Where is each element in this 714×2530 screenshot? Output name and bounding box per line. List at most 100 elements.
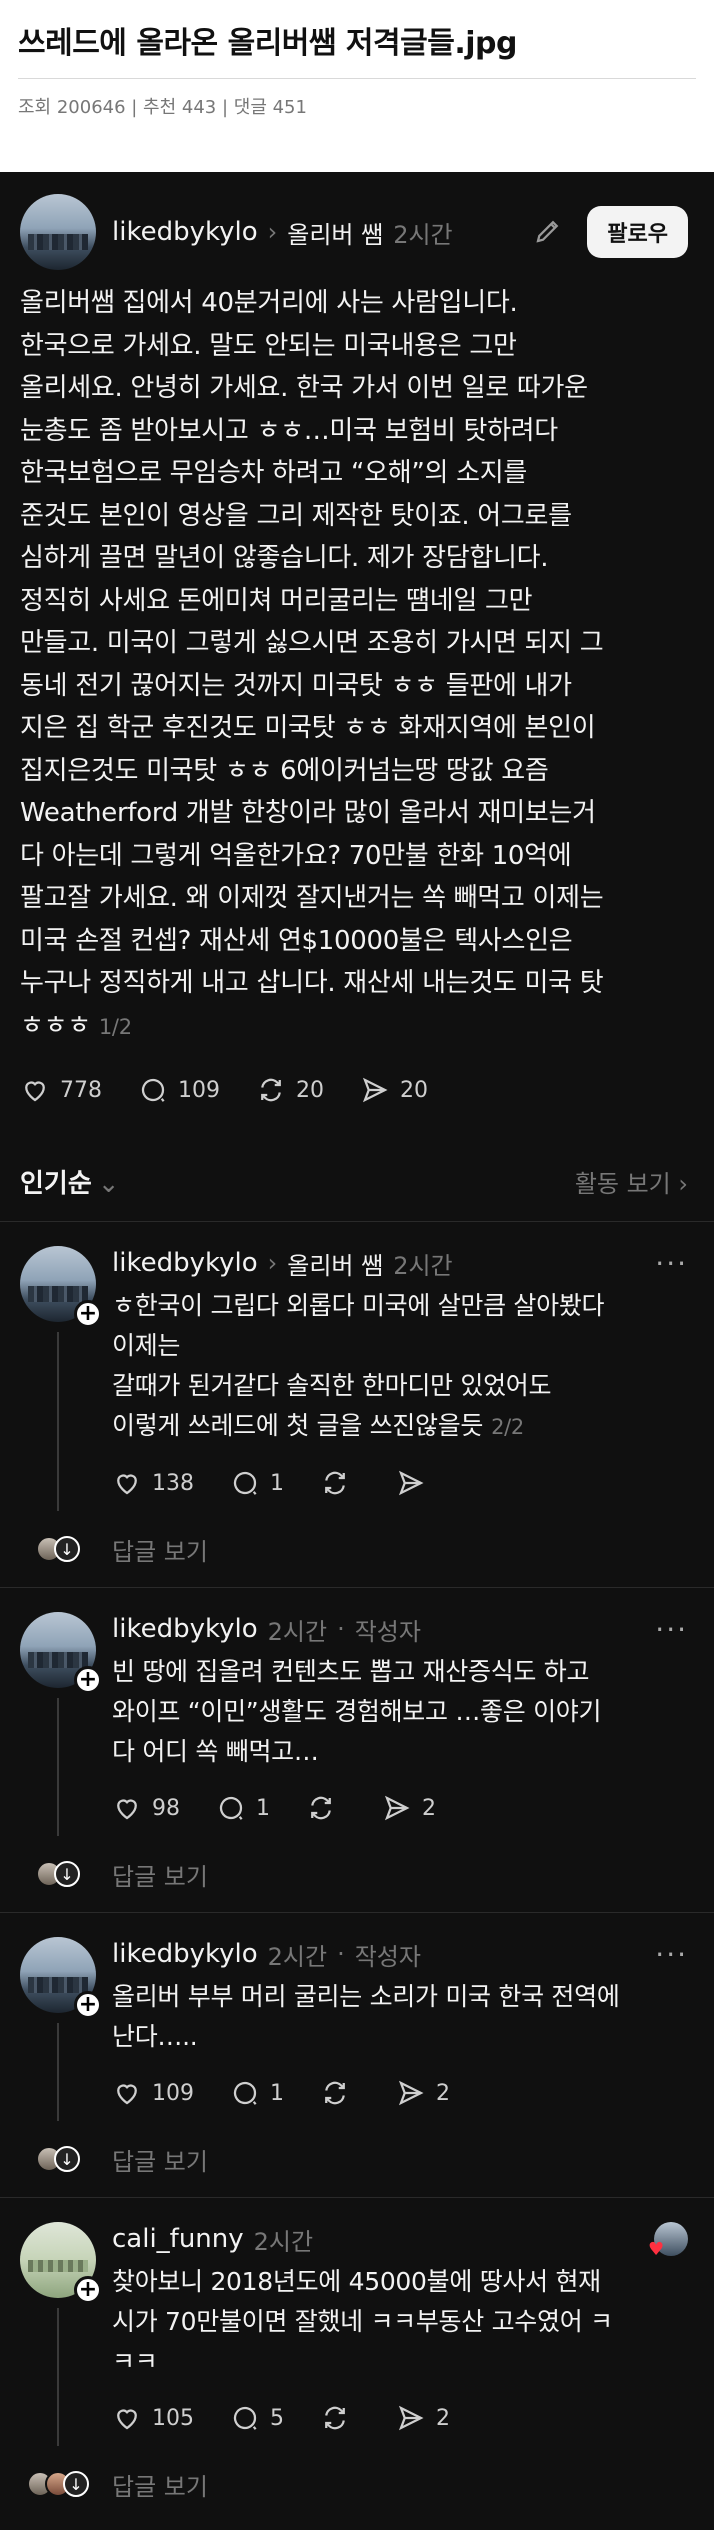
chevron-right-icon: › xyxy=(267,1249,278,1277)
reply-avatars: ↓ xyxy=(20,1861,96,1887)
post-time: 2시간 xyxy=(393,220,453,249)
more-options-icon[interactable]: ··· xyxy=(655,1613,688,1646)
comment-count: 1 xyxy=(270,2080,284,2106)
comment-body: ㅎ한국이 그립다 외롭다 미국에 살만큼 살아봤다 이제는 갈때가 된거같다 솔… xyxy=(112,1286,688,1447)
activity-link[interactable]: 활동 보기 › xyxy=(575,1164,688,1199)
username[interactable]: likedbykylo xyxy=(112,1248,258,1278)
view-replies-link[interactable]: 답글 보기 xyxy=(112,1857,688,1892)
repost-icon xyxy=(325,2081,345,2105)
comment-button[interactable]: 1 xyxy=(230,2078,284,2108)
repost-button[interactable] xyxy=(306,1793,346,1823)
sort-dropdown[interactable]: 인기순 ⌄ xyxy=(20,1163,120,1200)
comment-icon xyxy=(233,2081,257,2105)
comment-icon xyxy=(233,1471,257,1495)
username[interactable]: likedbykylo xyxy=(112,217,258,247)
like-button[interactable]: 138 xyxy=(112,1468,194,1498)
like-button[interactable]: 778 xyxy=(20,1075,102,1105)
comment-time: 2시간 xyxy=(267,1617,328,1646)
comment-count: 1 xyxy=(256,1795,270,1821)
post-meta: 조회 200646 | 추천 443 | 댓글 451 xyxy=(18,97,307,118)
heart-icon xyxy=(117,1799,137,1820)
reply-to-user[interactable]: 올리버 쌤 xyxy=(287,1246,383,1281)
comment-text: ㅎ한국이 그립다 외롭다 미국에 살만큼 살아봤다 이제는 갈때가 된거같다 솔… xyxy=(112,1291,605,1440)
share-button[interactable]: 2 xyxy=(396,2403,450,2433)
arrow-down-icon: ↓ xyxy=(54,1861,80,1887)
pencil-icon[interactable] xyxy=(533,216,565,248)
comment-icon xyxy=(219,1796,243,1820)
share-button[interactable]: 2 xyxy=(382,1793,436,1823)
comment-icon xyxy=(141,1078,165,1102)
repost-button[interactable]: 20 xyxy=(256,1075,324,1105)
more-options-icon[interactable]: ··· xyxy=(655,1938,688,1971)
share-button[interactable]: 20 xyxy=(360,1075,428,1105)
share-count: 2 xyxy=(436,2080,450,2106)
comment-body: 빈 땅에 집올려 컨텐츠도 뽑고 재산증식도 하고 와이프 “이민”생활도 경험… xyxy=(112,1657,602,1766)
view-replies-row[interactable]: ↓ 답글 보기 xyxy=(20,1836,688,1912)
view-replies-row[interactable]: ↓ 답글 보기 xyxy=(20,2446,688,2522)
sort-bar: 인기순 ⌄ 활동 보기 › xyxy=(0,1142,714,1222)
view-replies-link[interactable]: 답글 보기 xyxy=(112,2467,688,2502)
share-count: 20 xyxy=(400,1077,428,1103)
view-replies-link[interactable]: 답글 보기 xyxy=(112,1532,688,1567)
username[interactable]: cali_funny xyxy=(112,2224,244,2254)
repost-button[interactable] xyxy=(320,2078,360,2108)
comment-header: likedbykylo › 올리버 쌤 2시간 ··· xyxy=(112,1246,688,1280)
like-button[interactable]: 98 xyxy=(112,1793,180,1823)
post-actions: 778 109 20 20 xyxy=(20,1060,688,1120)
view-replies-link[interactable]: 답글 보기 xyxy=(112,2142,688,2177)
arrow-down-icon: ↓ xyxy=(54,2146,80,2172)
repost-icon xyxy=(325,2406,345,2430)
comment-count: 5 xyxy=(270,2405,284,2431)
reply-to-user[interactable]: 올리버 쌤 xyxy=(287,215,383,250)
repost-button[interactable] xyxy=(320,2403,360,2433)
username[interactable]: likedbykylo xyxy=(112,1939,258,1969)
view-replies-row[interactable]: ↓ 답글 보기 xyxy=(20,2121,688,2197)
separator-dot: · xyxy=(337,1615,345,1643)
follow-plus-icon[interactable]: + xyxy=(74,1666,102,1694)
view-replies-row[interactable]: ↓ 답글 보기 xyxy=(20,1511,688,1587)
follow-button[interactable]: 팔로우 xyxy=(587,206,688,258)
avatar[interactable] xyxy=(20,194,96,270)
like-button[interactable]: 105 xyxy=(112,2403,194,2433)
share-count: 2 xyxy=(422,1795,436,1821)
more-options-icon[interactable]: ··· xyxy=(655,1247,688,1280)
avatar[interactable]: + xyxy=(20,2222,102,2304)
author-tag: 작성자 xyxy=(354,1617,421,1646)
repost-button[interactable] xyxy=(320,1468,360,1498)
share-button[interactable] xyxy=(396,1468,436,1498)
follow-plus-icon[interactable]: + xyxy=(74,2276,102,2304)
comment-item: + likedbykylo 2시간 · 작성자 ··· 올리버 부부 머리 굴리… xyxy=(0,1913,714,2198)
like-count: 105 xyxy=(152,2405,194,2431)
follow-plus-icon[interactable]: + xyxy=(74,1991,102,2019)
page-indicator: 1/2 xyxy=(98,1014,132,1039)
comment-item: + cali_funny 2시간 ♥ 찾아보니 2018년도에 45000불에 … xyxy=(0,2198,714,2522)
author-tag: 작성자 xyxy=(354,1942,421,1971)
send-icon xyxy=(398,1470,424,1496)
comment-button[interactable]: 109 xyxy=(138,1075,220,1105)
comment-actions: 98 1 2 xyxy=(112,1780,688,1836)
username[interactable]: likedbykylo xyxy=(112,1614,258,1644)
avatar[interactable]: + xyxy=(20,1612,102,1694)
post-body: 올리버쌤 집에서 40분거리에 사는 사람입니다. 한국으로 가세요. 말도 안… xyxy=(20,282,688,1048)
share-button[interactable]: 2 xyxy=(396,2078,450,2108)
like-count: 778 xyxy=(60,1077,102,1103)
comment-button[interactable]: 5 xyxy=(230,2403,284,2433)
send-icon xyxy=(384,1795,410,1821)
repost-icon xyxy=(261,1078,281,1102)
author-row: likedbykylo › 올리버 쌤 2시간 팔로우 xyxy=(20,194,688,270)
avatar[interactable]: + xyxy=(20,1937,102,2019)
like-count: 98 xyxy=(152,1795,180,1821)
follow-plus-icon[interactable]: + xyxy=(74,1300,102,1328)
main-thread-post: likedbykylo › 올리버 쌤 2시간 팔로우 올리버쌤 집에서 40분… xyxy=(0,172,714,1120)
arrow-down-icon: ↓ xyxy=(63,2471,89,2497)
repost-icon xyxy=(325,1471,345,1495)
comment-body: 올리버 부부 머리 굴리는 소리가 미국 한국 전역에 난다….. xyxy=(112,1982,620,2051)
comment-actions: 109 1 2 xyxy=(112,2065,688,2121)
like-button[interactable]: 109 xyxy=(112,2078,194,2108)
avatar[interactable]: + xyxy=(20,1246,102,1328)
comment-header: cali_funny 2시간 ♥ xyxy=(112,2222,688,2260)
repost-count: 20 xyxy=(296,1077,324,1103)
like-count: 109 xyxy=(152,2080,194,2106)
comment-button[interactable]: 1 xyxy=(230,1468,284,1498)
comment-button[interactable]: 1 xyxy=(216,1793,270,1823)
